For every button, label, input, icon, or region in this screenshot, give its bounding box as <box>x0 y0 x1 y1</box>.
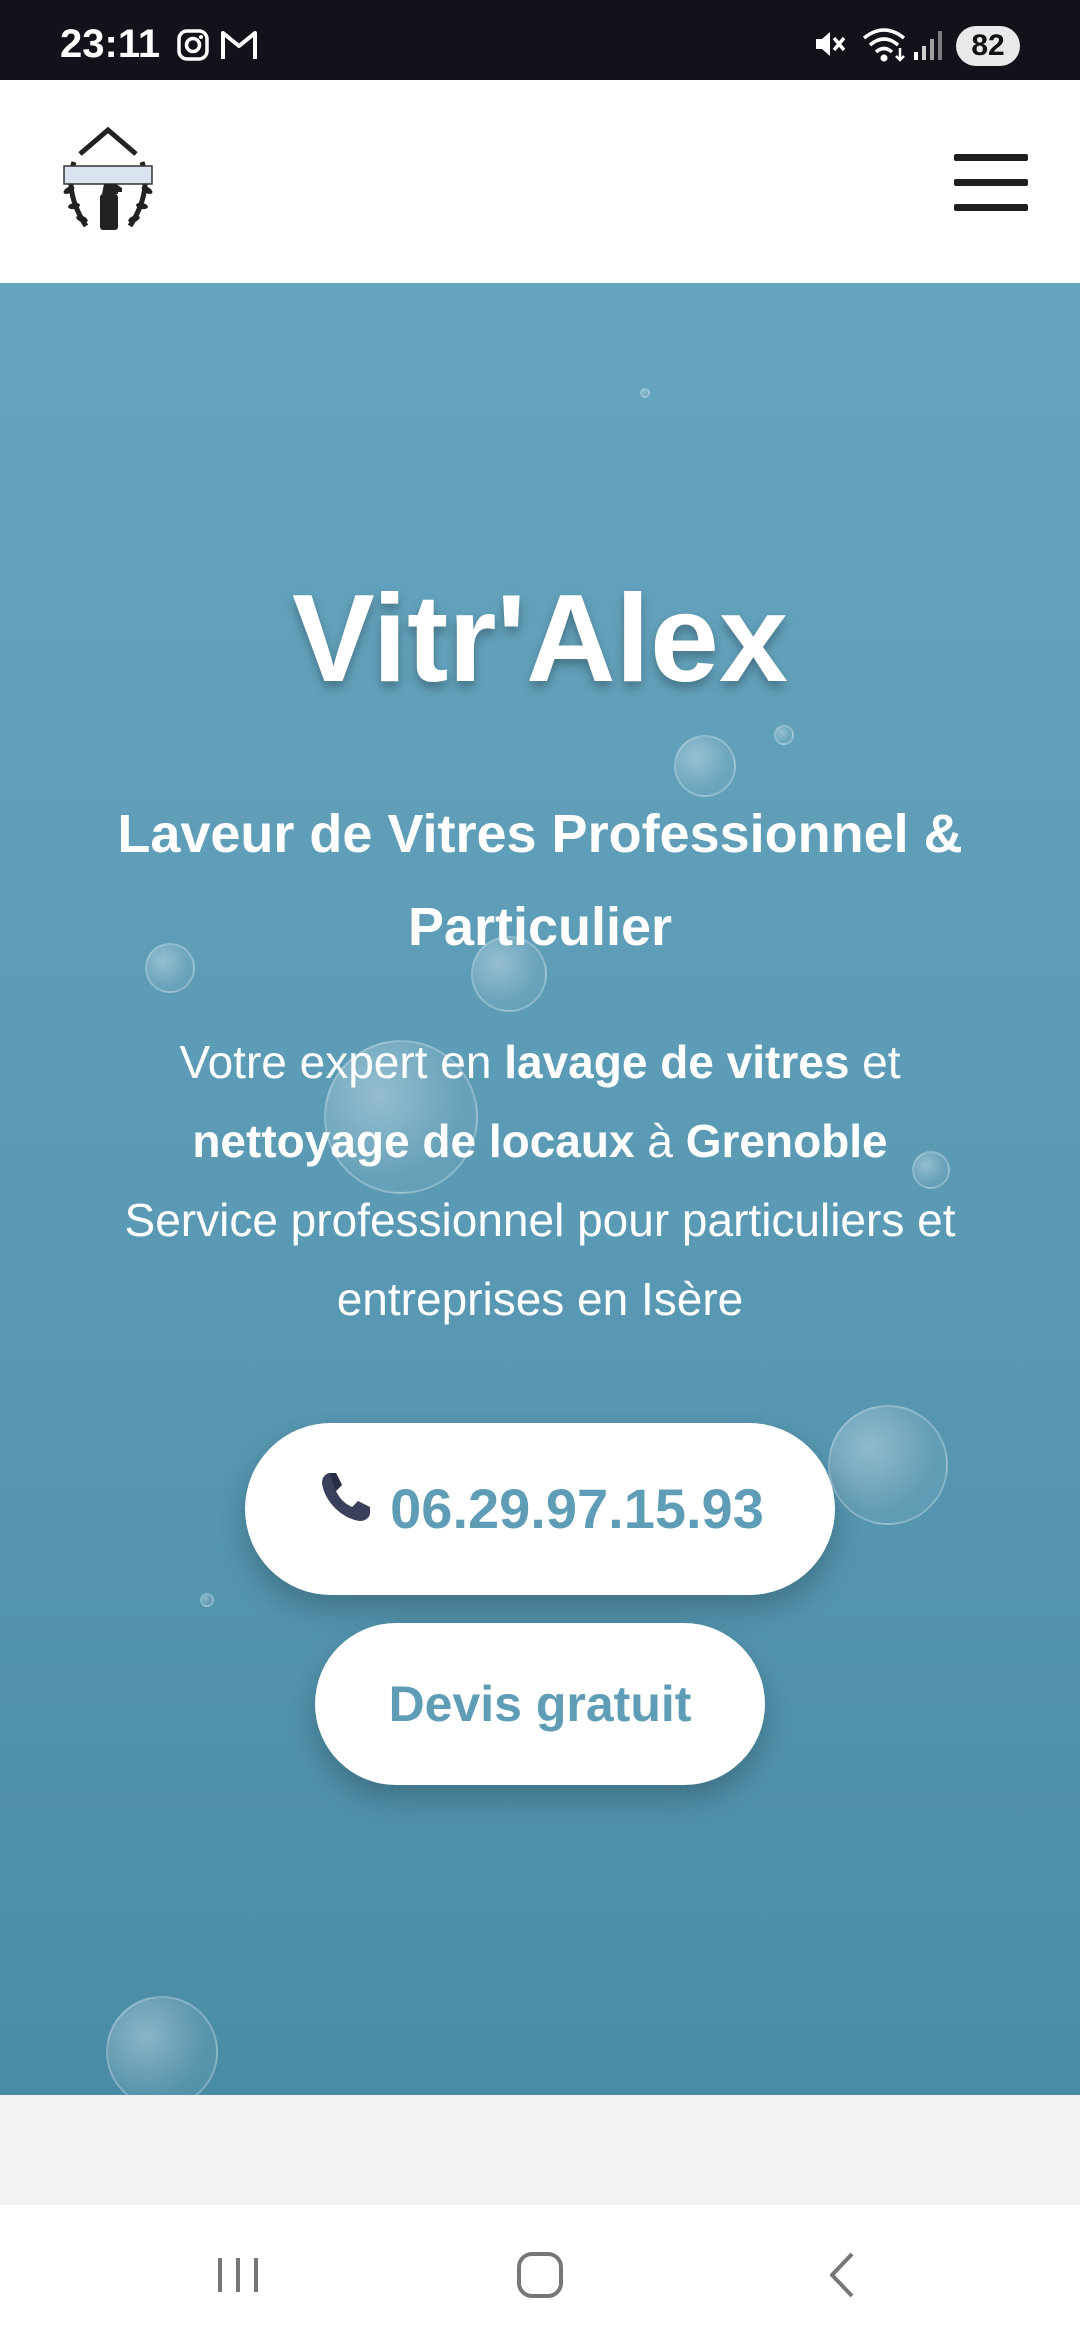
hamburger-menu-icon[interactable] <box>954 150 1028 214</box>
phone-call-button[interactable]: 06.29.97.15.93 <box>245 1423 835 1595</box>
gmail-icon <box>220 28 258 67</box>
battery-indicator: 82 <box>956 26 1020 66</box>
free-quote-button[interactable]: Devis gratuit <box>315 1623 765 1785</box>
status-time: 23:11 <box>60 22 161 66</box>
decorative-bubble <box>640 388 650 398</box>
decorative-bubble <box>774 725 794 745</box>
decorative-bubble <box>828 1405 948 1525</box>
home-icon[interactable] <box>500 2240 580 2310</box>
instagram-icon <box>176 28 210 67</box>
back-icon[interactable] <box>802 2240 882 2310</box>
hero-subtitle: Laveur de Vitres Professionnel & Particu… <box>117 804 963 957</box>
recent-apps-icon[interactable] <box>198 2240 278 2310</box>
phone-number: 06.29.97.15.93 <box>390 1477 764 1540</box>
wifi-icon <box>860 24 908 69</box>
site-header <box>0 80 1080 283</box>
hero-section: Vitr'Alex Laveur de Vitres Professionnel… <box>0 283 1080 2095</box>
status-bar: 23:11 82 <box>0 0 1080 80</box>
hero-description: Votre expert en lavage de vitres et nett… <box>124 1036 956 1325</box>
decorative-bubble <box>200 1593 214 1607</box>
logo[interactable] <box>60 122 156 242</box>
mute-icon <box>812 26 848 67</box>
system-nav-bar <box>0 2205 1080 2340</box>
phone-icon <box>316 1422 376 1594</box>
signal-icon <box>912 28 944 67</box>
hero-title: Vitr'Alex <box>292 570 788 708</box>
decorative-bubble <box>106 1996 218 2095</box>
